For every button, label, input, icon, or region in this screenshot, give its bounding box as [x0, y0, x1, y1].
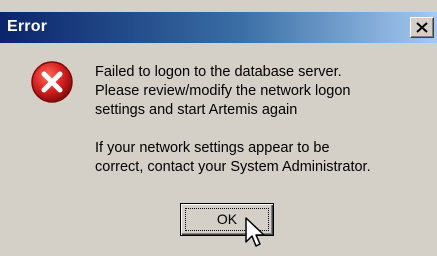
close-icon: [416, 22, 428, 33]
message-line: Failed to logon to the database server.: [95, 64, 342, 80]
message-line: settings and start Artemis again: [95, 102, 298, 118]
message-line: If your network settings appear to be: [95, 140, 330, 156]
message-line: correct, contact your System Administrat…: [95, 159, 371, 175]
error-message: Failed to logon to the database server. …: [95, 63, 371, 177]
close-button[interactable]: [410, 17, 434, 38]
ok-button-label: OK: [216, 211, 238, 227]
error-icon: [31, 61, 73, 103]
error-dialog: Error Failed to logon to the database se…: [0, 0, 437, 256]
title-bar[interactable]: Error: [0, 12, 437, 43]
message-line: Please review/modify the network logon: [95, 83, 351, 99]
mouse-pointer-icon: [245, 217, 265, 247]
window-title: Error: [7, 18, 48, 35]
